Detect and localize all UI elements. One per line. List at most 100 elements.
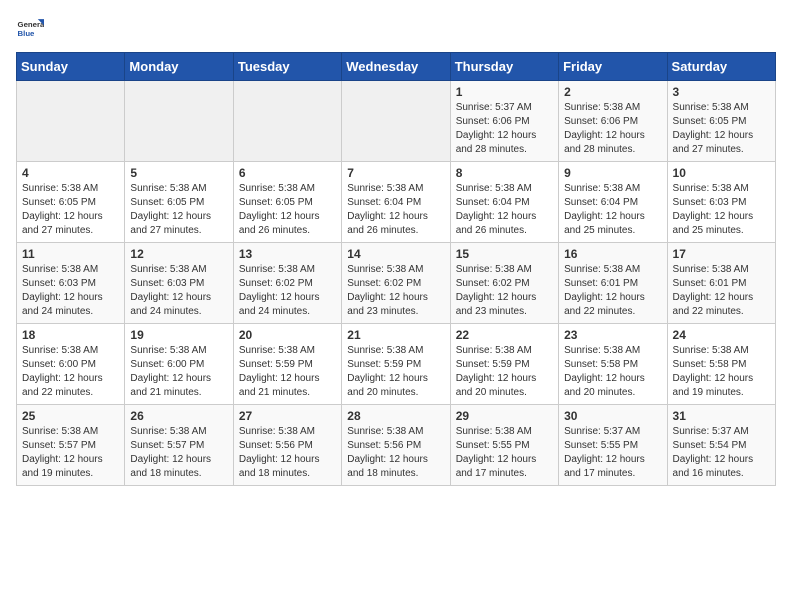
calendar-cell: 5Sunrise: 5:38 AMSunset: 6:05 PMDaylight… — [125, 162, 233, 243]
day-detail: Sunrise: 5:37 AMSunset: 5:54 PMDaylight:… — [673, 425, 770, 481]
calendar-cell: 10 Sunrise: 5:38 AMSunset: 6:03 PMDayligh… — [667, 162, 775, 243]
calendar-cell: 7 Sunrise: 5:38 AMSunset: 6:04 PMDaylight… — [342, 162, 450, 243]
day-number: 21 — [347, 328, 444, 342]
calendar-cell: 3 Sunrise: 5:38 AMSunset: 6:05 PMDaylight… — [667, 81, 775, 162]
day-detail: Sunrise: 5:38 AMSunset: 5:59 PMDaylight:… — [347, 344, 444, 400]
calendar-body: 1 Sunrise: 5:37 AMSunset: 6:06 PMDaylight… — [17, 81, 776, 486]
day-number: 24 — [673, 328, 770, 342]
calendar-cell: 16Sunrise: 5:38 AMSunset: 6:01 PMDayligh… — [559, 243, 667, 324]
calendar-cell: 14 Sunrise: 5:38 AMSunset: 6:02 PMDayligh… — [342, 243, 450, 324]
calendar-cell — [17, 81, 125, 162]
calendar-cell: 12 Sunrise: 5:38 AMSunset: 6:03 PMDayligh… — [125, 243, 233, 324]
calendar-cell: 21 Sunrise: 5:38 AMSunset: 5:59 PMDayligh… — [342, 324, 450, 405]
calendar-week-row: 18 Sunrise: 5:38 AMSunset: 6:00 PMDayligh… — [17, 324, 776, 405]
calendar-cell: 4 Sunrise: 5:38 AMSunset: 6:05 PMDaylight… — [17, 162, 125, 243]
calendar-week-row: 25 Sunrise: 5:38 AMSunset: 5:57 PMDayligh… — [17, 405, 776, 486]
day-number: 5 — [130, 166, 227, 180]
calendar-cell: 25 Sunrise: 5:38 AMSunset: 5:57 PMDayligh… — [17, 405, 125, 486]
day-detail: Sunrise: 5:38 AMSunset: 6:04 PMDaylight:… — [456, 182, 553, 238]
day-number: 6 — [239, 166, 336, 180]
day-detail: Sunrise: 5:38 AMSunset: 5:56 PMDaylight:… — [239, 425, 336, 481]
calendar-cell: 23Sunrise: 5:38 AMSunset: 5:58 PMDayligh… — [559, 324, 667, 405]
day-number: 2 — [564, 85, 661, 99]
day-detail: Sunrise: 5:38 AMSunset: 6:04 PMDaylight:… — [347, 182, 444, 238]
day-detail: Sunrise: 5:38 AMSunset: 6:02 PMDaylight:… — [347, 263, 444, 319]
day-number: 13 — [239, 247, 336, 261]
day-detail: Sunrise: 5:38 AMSunset: 6:00 PMDaylight:… — [130, 344, 227, 400]
day-number: 25 — [22, 409, 119, 423]
svg-text:Blue: Blue — [18, 29, 36, 38]
weekday-header-wednesday: Wednesday — [342, 53, 450, 81]
day-number: 28 — [347, 409, 444, 423]
day-number: 11 — [22, 247, 119, 261]
calendar-cell: 20Sunrise: 5:38 AMSunset: 5:59 PMDayligh… — [233, 324, 341, 405]
day-number: 9 — [564, 166, 661, 180]
calendar-cell: 29Sunrise: 5:38 AMSunset: 5:55 PMDayligh… — [450, 405, 558, 486]
day-detail: Sunrise: 5:38 AMSunset: 6:02 PMDaylight:… — [456, 263, 553, 319]
day-number: 27 — [239, 409, 336, 423]
day-number: 26 — [130, 409, 227, 423]
calendar-cell: 19Sunrise: 5:38 AMSunset: 6:00 PMDayligh… — [125, 324, 233, 405]
day-number: 8 — [456, 166, 553, 180]
day-detail: Sunrise: 5:38 AMSunset: 6:02 PMDaylight:… — [239, 263, 336, 319]
calendar-week-row: 4 Sunrise: 5:38 AMSunset: 6:05 PMDaylight… — [17, 162, 776, 243]
day-detail: Sunrise: 5:38 AMSunset: 5:58 PMDaylight:… — [673, 344, 770, 400]
calendar-cell: 30Sunrise: 5:37 AMSunset: 5:55 PMDayligh… — [559, 405, 667, 486]
day-detail: Sunrise: 5:38 AMSunset: 5:56 PMDaylight:… — [347, 425, 444, 481]
day-number: 22 — [456, 328, 553, 342]
weekday-header-saturday: Saturday — [667, 53, 775, 81]
day-detail: Sunrise: 5:38 AMSunset: 5:59 PMDaylight:… — [456, 344, 553, 400]
calendar-cell: 2 Sunrise: 5:38 AMSunset: 6:06 PMDaylight… — [559, 81, 667, 162]
calendar-cell: 11 Sunrise: 5:38 AMSunset: 6:03 PMDayligh… — [17, 243, 125, 324]
day-detail: Sunrise: 5:38 AMSunset: 6:03 PMDaylight:… — [130, 263, 227, 319]
weekday-header-row: SundayMondayTuesdayWednesdayThursdayFrid… — [17, 53, 776, 81]
day-number: 18 — [22, 328, 119, 342]
day-detail: Sunrise: 5:38 AMSunset: 6:03 PMDaylight:… — [673, 182, 770, 238]
day-number: 7 — [347, 166, 444, 180]
day-number: 30 — [564, 409, 661, 423]
day-number: 17 — [673, 247, 770, 261]
day-detail: Sunrise: 5:38 AMSunset: 5:58 PMDaylight:… — [564, 344, 661, 400]
calendar-cell: 8 Sunrise: 5:38 AMSunset: 6:04 PMDaylight… — [450, 162, 558, 243]
day-number: 4 — [22, 166, 119, 180]
weekday-header-sunday: Sunday — [17, 53, 125, 81]
calendar-cell — [342, 81, 450, 162]
calendar-cell: 28 Sunrise: 5:38 AMSunset: 5:56 PMDayligh… — [342, 405, 450, 486]
page-header: General Blue — [16, 16, 776, 44]
day-number: 10 — [673, 166, 770, 180]
day-number: 3 — [673, 85, 770, 99]
calendar-cell — [125, 81, 233, 162]
day-number: 31 — [673, 409, 770, 423]
day-number: 1 — [456, 85, 553, 99]
calendar-table: SundayMondayTuesdayWednesdayThursdayFrid… — [16, 52, 776, 486]
weekday-header-friday: Friday — [559, 53, 667, 81]
weekday-header-thursday: Thursday — [450, 53, 558, 81]
calendar-cell: 31 Sunrise: 5:37 AMSunset: 5:54 PMDayligh… — [667, 405, 775, 486]
day-detail: Sunrise: 5:38 AMSunset: 5:57 PMDaylight:… — [22, 425, 119, 481]
day-detail: Sunrise: 5:38 AMSunset: 6:05 PMDaylight:… — [239, 182, 336, 238]
calendar-cell — [233, 81, 341, 162]
day-detail: Sunrise: 5:38 AMSunset: 5:55 PMDaylight:… — [456, 425, 553, 481]
weekday-header-monday: Monday — [125, 53, 233, 81]
day-detail: Sunrise: 5:38 AMSunset: 6:03 PMDaylight:… — [22, 263, 119, 319]
calendar-cell: 9 Sunrise: 5:38 AMSunset: 6:04 PMDaylight… — [559, 162, 667, 243]
logo-icon: General Blue — [16, 16, 44, 44]
calendar-cell: 24 Sunrise: 5:38 AMSunset: 5:58 PMDayligh… — [667, 324, 775, 405]
day-detail: Sunrise: 5:38 AMSunset: 6:06 PMDaylight:… — [564, 101, 661, 157]
day-detail: Sunrise: 5:37 AMSunset: 6:06 PMDaylight:… — [456, 101, 553, 157]
day-detail: Sunrise: 5:38 AMSunset: 6:05 PMDaylight:… — [673, 101, 770, 157]
day-number: 14 — [347, 247, 444, 261]
calendar-week-row: 1 Sunrise: 5:37 AMSunset: 6:06 PMDaylight… — [17, 81, 776, 162]
day-detail: Sunrise: 5:38 AMSunset: 6:04 PMDaylight:… — [564, 182, 661, 238]
day-detail: Sunrise: 5:38 AMSunset: 6:05 PMDaylight:… — [22, 182, 119, 238]
day-detail: Sunrise: 5:38 AMSunset: 6:00 PMDaylight:… — [22, 344, 119, 400]
day-detail: Sunrise: 5:38 AMSunset: 6:01 PMDaylight:… — [564, 263, 661, 319]
day-number: 15 — [456, 247, 553, 261]
calendar-cell: 27 Sunrise: 5:38 AMSunset: 5:56 PMDayligh… — [233, 405, 341, 486]
logo: General Blue — [16, 16, 48, 44]
day-detail: Sunrise: 5:38 AMSunset: 5:57 PMDaylight:… — [130, 425, 227, 481]
calendar-cell: 26 Sunrise: 5:38 AMSunset: 5:57 PMDayligh… — [125, 405, 233, 486]
day-number: 12 — [130, 247, 227, 261]
calendar-cell: 13 Sunrise: 5:38 AMSunset: 6:02 PMDayligh… — [233, 243, 341, 324]
day-detail: Sunrise: 5:38 AMSunset: 6:01 PMDaylight:… — [673, 263, 770, 319]
